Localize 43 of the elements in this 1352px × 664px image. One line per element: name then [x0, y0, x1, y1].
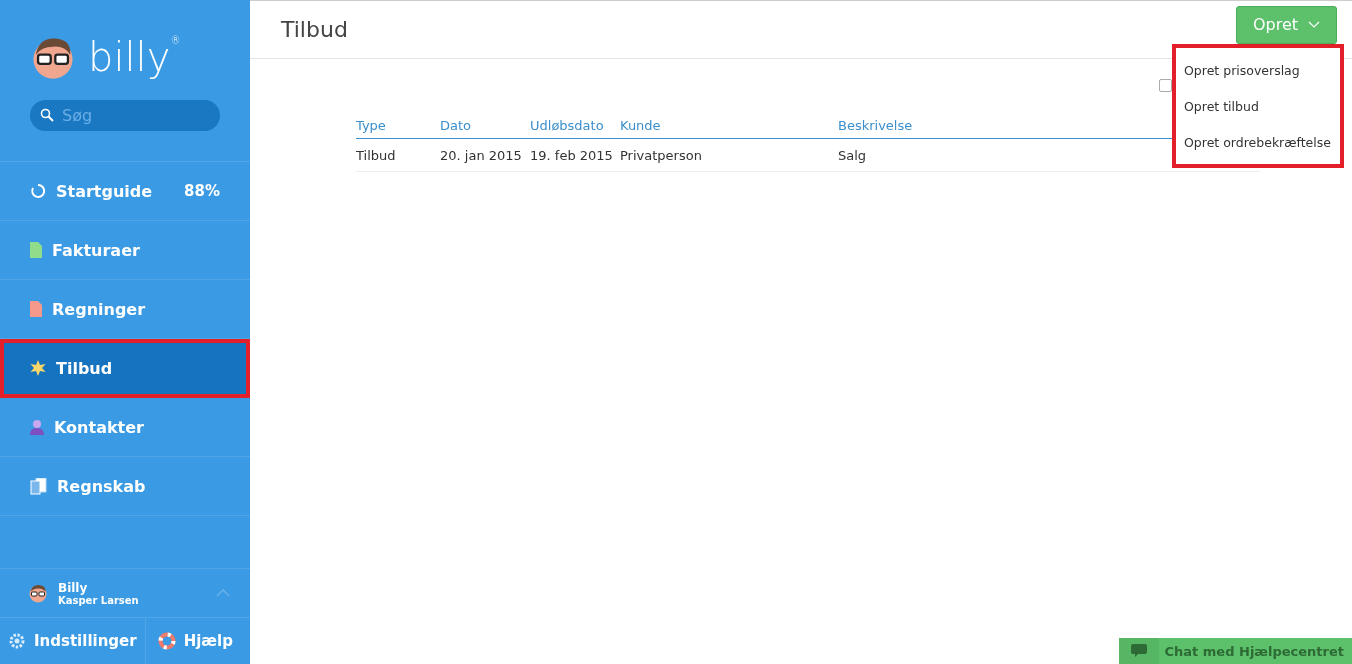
- footer-link[interactable]: Hjælp: [145, 618, 241, 664]
- sidebar-label: Regnskab: [57, 476, 147, 496]
- sidebar-item[interactable]: Tilbud: [0, 339, 250, 398]
- footer-link[interactable]: Indstillinger: [0, 618, 146, 664]
- pages-icon: [30, 477, 47, 495]
- column-header[interactable]: Udløbsdato: [530, 117, 620, 133]
- document-icon: [30, 242, 42, 258]
- menu-item[interactable]: Opret tilbud: [1176, 88, 1340, 124]
- chat-button[interactable]: Chat med Hjælpecentret: [1118, 638, 1352, 664]
- settings-icon: [8, 632, 26, 650]
- sidebar-label: Kontakter: [54, 417, 145, 437]
- sidebar-label: Regninger: [52, 299, 147, 319]
- table-cell-text: Salg: [838, 147, 868, 163]
- menu-item[interactable]: Opret prisoverslag: [1176, 52, 1340, 88]
- page-title: Tilbud: [281, 17, 348, 42]
- user-name: Kasper Larsen: [58, 594, 140, 606]
- column-header[interactable]: Dato: [440, 117, 530, 133]
- chevron-up-icon[interactable]: [216, 589, 230, 597]
- lifebuoy-icon: [157, 632, 176, 650]
- document-icon: [30, 301, 42, 317]
- company-name: Billy: [58, 580, 89, 595]
- sidebar-label: Fakturaer: [52, 240, 141, 260]
- create-button[interactable]: Opret: [1236, 5, 1337, 44]
- table-cell-text: 20. jan 2015: [440, 147, 523, 163]
- column-header[interactable]: Kunde: [620, 117, 838, 133]
- column-header[interactable]: Type: [356, 117, 440, 133]
- search-icon: [40, 108, 54, 122]
- person-icon: [30, 419, 44, 435]
- star-icon: [30, 360, 46, 376]
- sidebar-label: Startguide: [56, 181, 154, 201]
- progress-percent: 88%: [184, 182, 220, 200]
- table-cell-text: 19. feb 2015: [530, 147, 614, 163]
- caret-icon: [1308, 21, 1321, 28]
- table-cell-text: Tilbud: [356, 147, 397, 163]
- menu-item[interactable]: Opret ordrebekræftelse: [1176, 124, 1340, 160]
- table-cell-text: Privatperson: [620, 147, 703, 163]
- avatar-icon: [28, 583, 48, 603]
- checkbox[interactable]: [1159, 79, 1172, 92]
- chat-bubble-icon: [1130, 644, 1147, 658]
- sidebar-label: Tilbud: [56, 358, 114, 378]
- search-field[interactable]: Søg: [30, 100, 220, 131]
- progress-ring-icon: [30, 183, 46, 199]
- logo: billy®: [88, 33, 182, 82]
